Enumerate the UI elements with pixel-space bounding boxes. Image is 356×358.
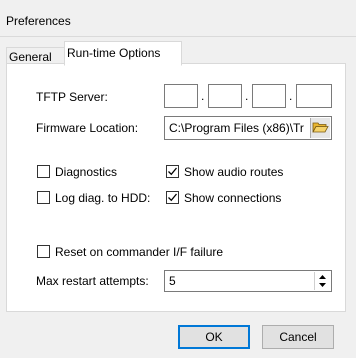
- checkmark-icon: [168, 193, 178, 202]
- diagnostics-checkbox[interactable]: [37, 165, 50, 178]
- show-audio-routes-checkbox[interactable]: [166, 165, 179, 178]
- folder-open-icon: [312, 122, 329, 133]
- reset-on-failure-label: Reset on commander I/F failure: [55, 245, 224, 259]
- max-restart-attempts-value: 5: [169, 274, 176, 288]
- checkmark-icon: [168, 167, 178, 176]
- cancel-button[interactable]: Cancel: [262, 325, 334, 349]
- max-restart-attempts-label: Max restart attempts:: [36, 274, 149, 288]
- ip-separator: .: [245, 89, 249, 103]
- ip-separator: .: [289, 89, 293, 103]
- tftp-octet-4-input[interactable]: [296, 84, 332, 108]
- max-restart-attempts-spinner[interactable]: 5: [164, 270, 332, 292]
- dialog-title: Preferences: [6, 14, 71, 28]
- firmware-location-value: C:\Program Files (x86)\Tr: [169, 121, 304, 135]
- ip-separator: .: [201, 89, 205, 103]
- spinner-arrows[interactable]: [314, 272, 330, 290]
- show-connections-label: Show connections: [184, 191, 282, 205]
- log-diag-to-hdd-checkbox[interactable]: [37, 191, 50, 204]
- log-diag-to-hdd-label: Log diag. to HDD:: [55, 191, 151, 205]
- tftp-server-label: TFTP Server:: [36, 90, 108, 104]
- spinner-arrows-icon: [319, 275, 326, 287]
- firmware-location-label: Firmware Location:: [36, 121, 139, 135]
- show-connections-checkbox[interactable]: [166, 191, 179, 204]
- show-audio-routes-label: Show audio routes: [184, 165, 284, 179]
- firmware-location-field[interactable]: C:\Program Files (x86)\Tr: [164, 116, 332, 140]
- reset-on-failure-checkbox[interactable]: [37, 245, 50, 258]
- tftp-octet-1-input[interactable]: [164, 84, 198, 108]
- preferences-dialog: Preferences General Run-time Options TFT…: [0, 0, 356, 358]
- diagnostics-label: Diagnostics: [55, 165, 118, 179]
- tftp-octet-3-input[interactable]: [252, 84, 286, 108]
- tftp-octet-2-input[interactable]: [208, 84, 242, 108]
- browse-button[interactable]: [310, 118, 330, 138]
- title-divider: [0, 36, 356, 37]
- ok-button[interactable]: OK: [178, 325, 250, 349]
- tab-run-time-options[interactable]: Run-time Options: [64, 41, 182, 66]
